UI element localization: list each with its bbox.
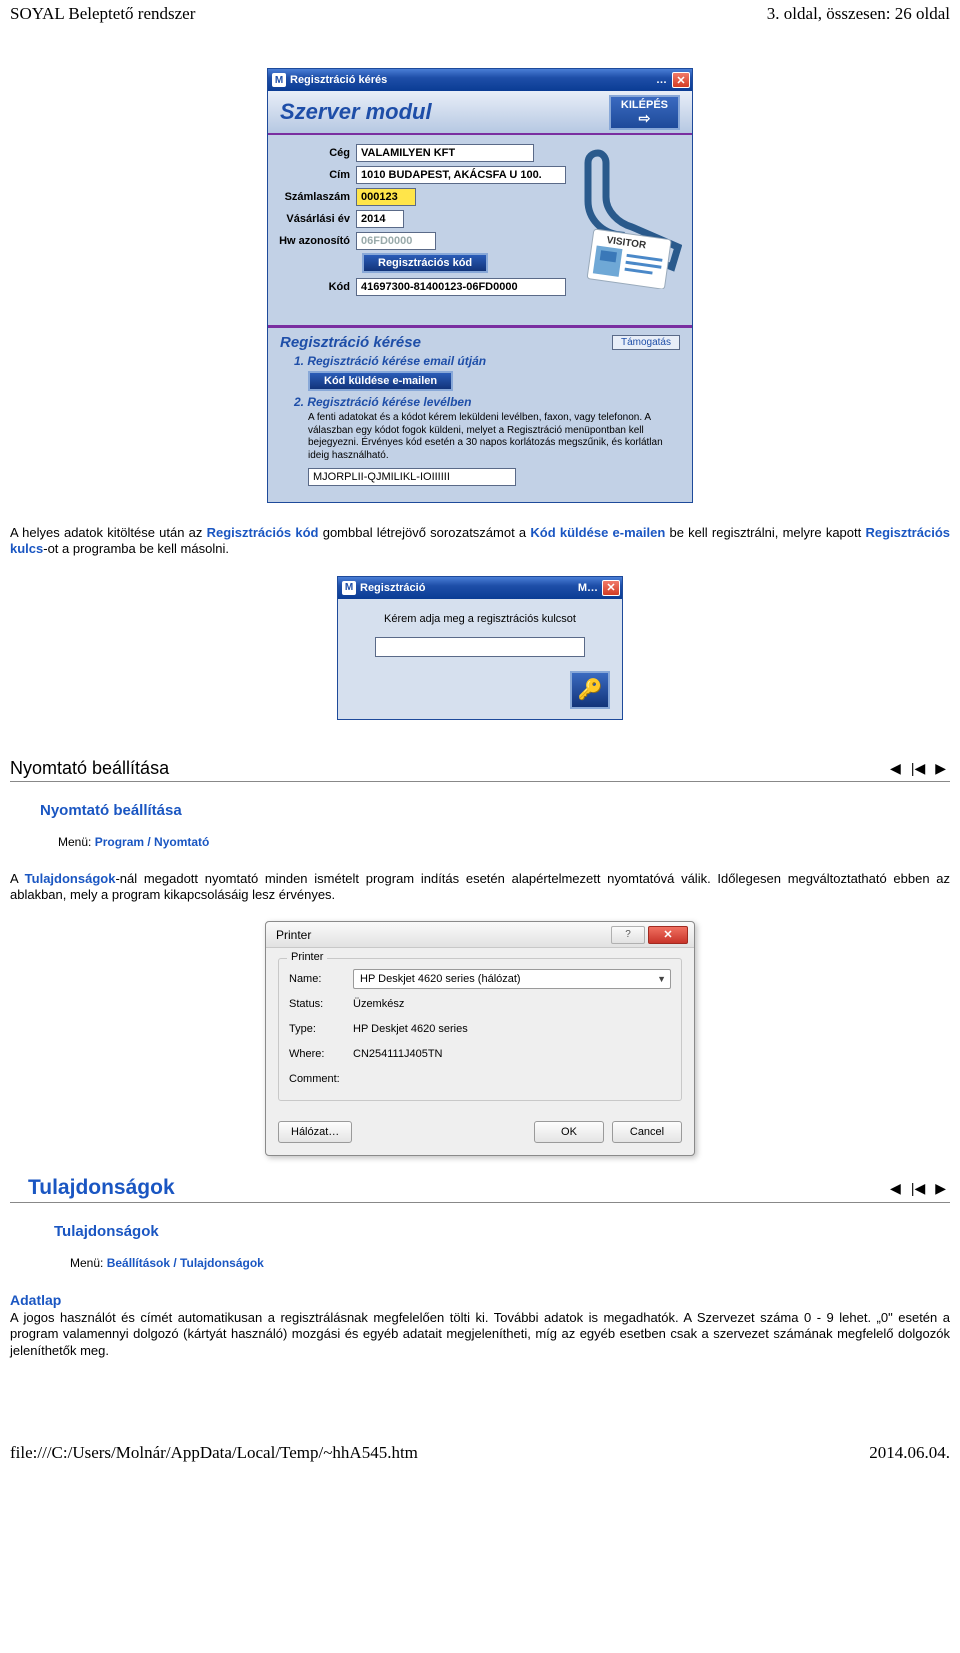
visitor-badge-illustration: VISITOR	[542, 149, 682, 289]
code-label: Kód	[278, 281, 356, 293]
invoice-label: Számlaszám	[278, 191, 356, 203]
menu-path-printer: Menü: Program / Nyomtató	[58, 835, 950, 849]
printer-name-select[interactable]: HP Deskjet 4620 series (hálózat) ▼	[353, 969, 671, 989]
nav-first-icon[interactable]: |◀	[911, 1180, 925, 1197]
printer-dialog: Printer ? ✕ Printer Name: HP Deskjet 462…	[265, 921, 695, 1156]
titlebar-menu-icon[interactable]: …	[656, 74, 668, 86]
app-icon: M	[272, 73, 286, 87]
network-button[interactable]: Hálózat…	[278, 1121, 352, 1143]
address-label: Cím	[278, 169, 356, 181]
subheading-properties: Tulajdonságok	[54, 1223, 950, 1240]
page-footer-left: file:///C:/Users/Molnár/AppData/Local/Te…	[10, 1443, 418, 1463]
exit-button-label: KILÉPÉS	[621, 100, 668, 111]
exit-button[interactable]: KILÉPÉS ⇨	[609, 95, 680, 130]
submit-key-button[interactable]: 🔑	[570, 671, 610, 709]
app-icon: M	[342, 581, 356, 595]
section-title-printer: Nyomtató beállítása	[10, 758, 890, 779]
key-prompt-text: Kérem adja meg a regisztrációs kulcsot	[350, 613, 610, 625]
address-input[interactable]: 1010 BUDAPEST, AKÁCSFA U 100.	[356, 166, 566, 184]
nav-first-icon[interactable]: |◀	[911, 760, 925, 777]
request-step-2: 2. Regisztráció kérése levélben	[294, 395, 680, 409]
registration-code-button[interactable]: Regisztrációs kód	[362, 253, 488, 273]
invoice-input[interactable]: 000123	[356, 188, 416, 206]
registration-key-input[interactable]	[375, 637, 585, 657]
page-header-left: SOYAL Beleptető rendszer	[10, 4, 195, 24]
send-code-email-button[interactable]: Kód küldése e-mailen	[308, 371, 453, 391]
nav-prev-icon[interactable]: ◀	[890, 1180, 901, 1197]
titlebar: M Regisztráció kérés … ✕	[268, 69, 692, 91]
printer-dialog-title: Printer	[276, 928, 608, 942]
menu-path-properties: Menü: Beállítások / Tulajdonságok	[70, 1256, 950, 1270]
printer-where-label: Where:	[289, 1048, 353, 1060]
nav-next-icon[interactable]: ▶	[935, 760, 946, 777]
key-titlebar: M Regisztráció M… ✕	[338, 577, 622, 599]
section-printer-settings: Nyomtató beállítása ◀ |◀ ▶	[10, 756, 950, 782]
code-input[interactable]: 41697300-81400123-06FD0000	[356, 278, 566, 296]
paragraph-printer-description: A Tulajdonságok-nál megadott nyomtató mi…	[10, 871, 950, 904]
nav-prev-icon[interactable]: ◀	[890, 760, 901, 777]
chevron-down-icon: ▼	[657, 974, 666, 984]
arrow-right-icon: ⇨	[639, 111, 651, 125]
printer-name-value: HP Deskjet 4620 series (hálózat)	[360, 973, 521, 985]
ok-button[interactable]: OK	[534, 1121, 604, 1143]
company-input[interactable]: VALAMILYEN KFT	[356, 144, 534, 162]
subheading-printer: Nyomtató beállítása	[40, 802, 950, 819]
year-input[interactable]: 2014	[356, 210, 404, 228]
page-header-right: 3. oldal, összesen: 26 oldal	[767, 4, 950, 24]
year-label: Vásárlási év	[278, 213, 356, 225]
adatlap-heading: Adatlap	[10, 1292, 950, 1308]
paragraph-registration-instructions: A helyes adatok kitöltése után az Regisz…	[10, 525, 950, 558]
printer-type-label: Type:	[289, 1023, 353, 1035]
key-window-title: Regisztráció	[360, 582, 425, 594]
printer-status-value: Üzemkész	[353, 998, 404, 1010]
section-properties: Tulajdonságok ◀ |◀ ▶	[10, 1174, 950, 1203]
page-footer-right: 2014.06.04.	[869, 1443, 950, 1463]
printer-where-value: CN254111J405TN	[353, 1048, 442, 1060]
close-icon[interactable]: ✕	[602, 580, 620, 596]
printer-group-label: Printer	[287, 951, 327, 963]
help-icon[interactable]: ?	[611, 926, 645, 944]
company-label: Cég	[278, 147, 356, 159]
request-description: A fenti adatokat és a kódot kérem leküld…	[308, 412, 680, 462]
printer-type-value: HP Deskjet 4620 series	[353, 1023, 468, 1035]
printer-status-label: Status:	[289, 998, 353, 1010]
support-button[interactable]: Támogatás	[612, 335, 680, 350]
key-window-title-right: M…	[578, 582, 598, 594]
registration-request-window: M Regisztráció kérés … ✕ Szerver modul K…	[267, 68, 693, 503]
hwid-label: Hw azonosító	[278, 235, 356, 247]
window-title: Regisztráció kérés	[290, 74, 387, 86]
request-section-title: Regisztráció kérése	[280, 334, 421, 351]
module-title: Szerver modul	[280, 99, 609, 125]
section-title-properties: Tulajdonságok	[10, 1176, 890, 1200]
adatlap-text: A jogos használót és címét automatikusan…	[10, 1310, 950, 1359]
request-step-1: 1. Regisztráció kérése email útján	[294, 354, 680, 368]
hwid-input: 06FD0000	[356, 232, 436, 250]
registration-key-window: M Regisztráció M… ✕ Kérem adja meg a reg…	[337, 576, 623, 720]
close-icon[interactable]: ✕	[672, 72, 690, 88]
printer-comment-label: Comment:	[289, 1073, 353, 1085]
nav-next-icon[interactable]: ▶	[935, 1180, 946, 1197]
key-icon: 🔑	[578, 677, 603, 702]
printer-name-label: Name:	[289, 973, 353, 985]
close-icon[interactable]: ✕	[648, 926, 688, 944]
request-code-input[interactable]: MJORPLII-QJMILIKL-IOIIIIII	[308, 468, 516, 486]
cancel-button[interactable]: Cancel	[612, 1121, 682, 1143]
